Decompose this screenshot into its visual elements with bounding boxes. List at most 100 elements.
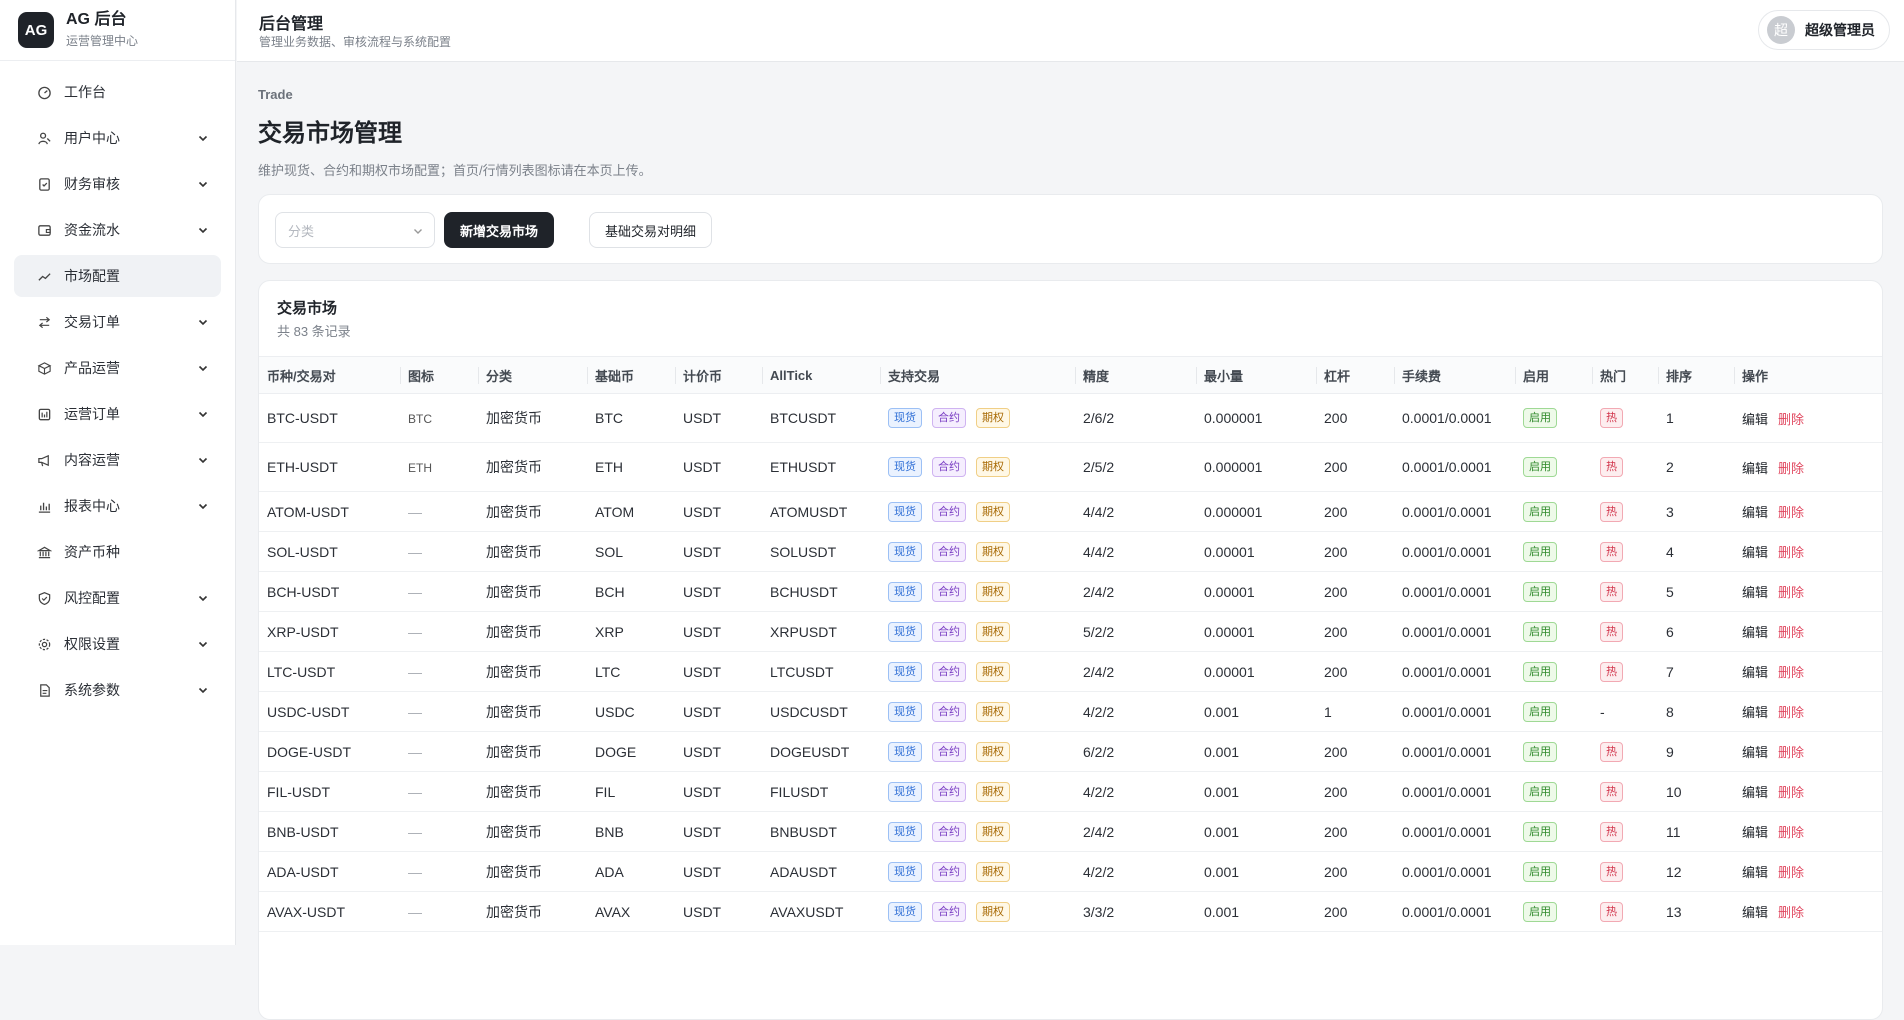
sidebar-item-12[interactable]: 权限设置: [14, 623, 221, 665]
leverage-cell: 200: [1316, 812, 1394, 852]
trade-types-cell: 现货合约期权: [880, 532, 1075, 572]
option-tag: 期权: [976, 582, 1010, 602]
quote-cell: USDT: [675, 532, 762, 572]
edit-link[interactable]: 编辑: [1742, 461, 1768, 476]
edit-link[interactable]: 编辑: [1742, 865, 1768, 880]
delete-link[interactable]: 删除: [1778, 461, 1804, 476]
pair-detail-button[interactable]: 基础交易对明细: [589, 212, 712, 248]
actions-cell: 编辑删除: [1734, 732, 1883, 772]
delete-link[interactable]: 删除: [1778, 705, 1804, 720]
table-row[interactable]: BTC-USDTBTC加密货币BTCUSDTBTCUSDT现货合约期权2/6/2…: [259, 394, 1883, 443]
alltick-cell: SOLUSDT: [762, 532, 880, 572]
edit-link[interactable]: 编辑: [1742, 412, 1768, 427]
delete-link[interactable]: 删除: [1778, 905, 1804, 920]
sidebar-item-7[interactable]: 运营订单: [14, 393, 221, 435]
quote-cell: USDT: [675, 394, 762, 443]
delete-link[interactable]: 删除: [1778, 545, 1804, 560]
trade-types-cell: 现货合约期权: [880, 492, 1075, 532]
add-market-button[interactable]: 新增交易市场: [444, 212, 554, 248]
sidebar-item-3[interactable]: 资金流水: [14, 209, 221, 251]
edit-link[interactable]: 编辑: [1742, 545, 1768, 560]
pair-cell: ADA-USDT: [259, 852, 400, 892]
delete-link[interactable]: 删除: [1778, 865, 1804, 880]
table-row[interactable]: BCH-USDT—加密货币BCHUSDTBCHUSDT现货合约期权2/4/20.…: [259, 572, 1883, 612]
table-row[interactable]: FIL-USDT—加密货币FILUSDTFILUSDT现货合约期权4/2/20.…: [259, 772, 1883, 812]
dashboard-icon: [36, 84, 52, 100]
table-row[interactable]: SOL-USDT—加密货币SOLUSDTSOLUSDT现货合约期权4/4/20.…: [259, 532, 1883, 572]
category-cell: 加密货币: [478, 572, 587, 612]
base-cell: LTC: [587, 652, 675, 692]
swap-tag: 合约: [932, 702, 966, 722]
table-row[interactable]: ETH-USDTETH加密货币ETHUSDTETHUSDT现货合约期权2/5/2…: [259, 443, 1883, 492]
sidebar-item-0[interactable]: 工作台: [14, 71, 221, 113]
audit-icon: [36, 176, 52, 192]
table-row[interactable]: AVAX-USDT—加密货币AVAXUSDTAVAXUSDT现货合约期权3/3/…: [259, 892, 1883, 932]
table-row[interactable]: ADA-USDT—加密货币ADAUSDTADAUSDT现货合约期权4/2/20.…: [259, 852, 1883, 892]
swap-tag: 合约: [932, 742, 966, 762]
sidebar-item-1[interactable]: 用户中心: [14, 117, 221, 159]
sidebar-item-6[interactable]: 产品运营: [14, 347, 221, 389]
enabled-cell: 启用: [1515, 852, 1592, 892]
sidebar-item-13[interactable]: 系统参数: [14, 669, 221, 711]
no-icon: —: [408, 904, 422, 920]
delete-link[interactable]: 删除: [1778, 505, 1804, 520]
sidebar-item-4[interactable]: 市场配置: [14, 255, 221, 297]
delete-link[interactable]: 删除: [1778, 825, 1804, 840]
table-row[interactable]: USDC-USDT—加密货币USDCUSDTUSDCUSDT现货合约期权4/2/…: [259, 692, 1883, 732]
chevron-down-icon: [197, 684, 209, 696]
edit-link[interactable]: 编辑: [1742, 785, 1768, 800]
sidebar-item-5[interactable]: 交易订单: [14, 301, 221, 343]
chevron-down-icon: [197, 638, 209, 650]
sidebar-item-11[interactable]: 风控配置: [14, 577, 221, 619]
quote-cell: USDT: [675, 852, 762, 892]
precision-cell: 4/4/2: [1075, 492, 1196, 532]
sidebar-item-9[interactable]: 报表中心: [14, 485, 221, 527]
edit-link[interactable]: 编辑: [1742, 585, 1768, 600]
icon-cell: —: [400, 852, 478, 892]
delete-link[interactable]: 删除: [1778, 412, 1804, 427]
user-menu[interactable]: 超 超级管理员: [1758, 10, 1890, 50]
edit-link[interactable]: 编辑: [1742, 705, 1768, 720]
edit-link[interactable]: 编辑: [1742, 745, 1768, 760]
edit-link[interactable]: 编辑: [1742, 505, 1768, 520]
sidebar-item-10[interactable]: 资产币种: [14, 531, 221, 573]
sort-cell: 8: [1658, 692, 1734, 732]
sidebar-item-8[interactable]: 内容运营: [14, 439, 221, 481]
market-table: 币种/交易对图标分类基础币计价币AllTick支持交易精度最小量杠杆手续费启用热…: [259, 356, 1883, 932]
table-row[interactable]: XRP-USDT—加密货币XRPUSDTXRPUSDT现货合约期权5/2/20.…: [259, 612, 1883, 652]
base-cell: USDC: [587, 692, 675, 732]
icon-cell: ETH: [400, 443, 478, 492]
pair-cell: DOGE-USDT: [259, 732, 400, 772]
edit-link[interactable]: 编辑: [1742, 905, 1768, 920]
table-row[interactable]: DOGE-USDT—加密货币DOGEUSDTDOGEUSDT现货合约期权6/2/…: [259, 732, 1883, 772]
no-icon: —: [408, 864, 422, 880]
hot-badge: 热: [1600, 408, 1623, 428]
base-cell: BNB: [587, 812, 675, 852]
sidebar-item-label: 报表中心: [64, 496, 197, 516]
delete-link[interactable]: 删除: [1778, 745, 1804, 760]
sidebar-item-2[interactable]: 财务审核: [14, 163, 221, 205]
swap-tag: 合约: [932, 902, 966, 922]
alltick-cell: LTCUSDT: [762, 652, 880, 692]
edit-link[interactable]: 编辑: [1742, 825, 1768, 840]
fee-cell: 0.0001/0.0001: [1394, 652, 1515, 692]
delete-link[interactable]: 删除: [1778, 585, 1804, 600]
alltick-cell: AVAXUSDT: [762, 892, 880, 932]
edit-link[interactable]: 编辑: [1742, 625, 1768, 640]
table-row[interactable]: ATOM-USDT—加密货币ATOMUSDTATOMUSDT现货合约期权4/4/…: [259, 492, 1883, 532]
delete-link[interactable]: 删除: [1778, 625, 1804, 640]
category-select[interactable]: 分类: [275, 212, 435, 248]
delete-link[interactable]: 删除: [1778, 785, 1804, 800]
category-placeholder: 分类: [288, 221, 314, 240]
spot-tag: 现货: [888, 457, 922, 477]
delete-link[interactable]: 删除: [1778, 665, 1804, 680]
table-row[interactable]: LTC-USDT—加密货币LTCUSDTLTCUSDT现货合约期权2/4/20.…: [259, 652, 1883, 692]
min-qty-cell: 0.000001: [1196, 394, 1316, 443]
leverage-cell: 200: [1316, 572, 1394, 612]
column-header: 手续费: [1394, 357, 1515, 394]
table-row[interactable]: BNB-USDT—加密货币BNBUSDTBNBUSDT现货合约期权2/4/20.…: [259, 812, 1883, 852]
pair-cell: XRP-USDT: [259, 612, 400, 652]
edit-link[interactable]: 编辑: [1742, 665, 1768, 680]
precision-cell: 4/2/2: [1075, 852, 1196, 892]
actions-cell: 编辑删除: [1734, 612, 1883, 652]
